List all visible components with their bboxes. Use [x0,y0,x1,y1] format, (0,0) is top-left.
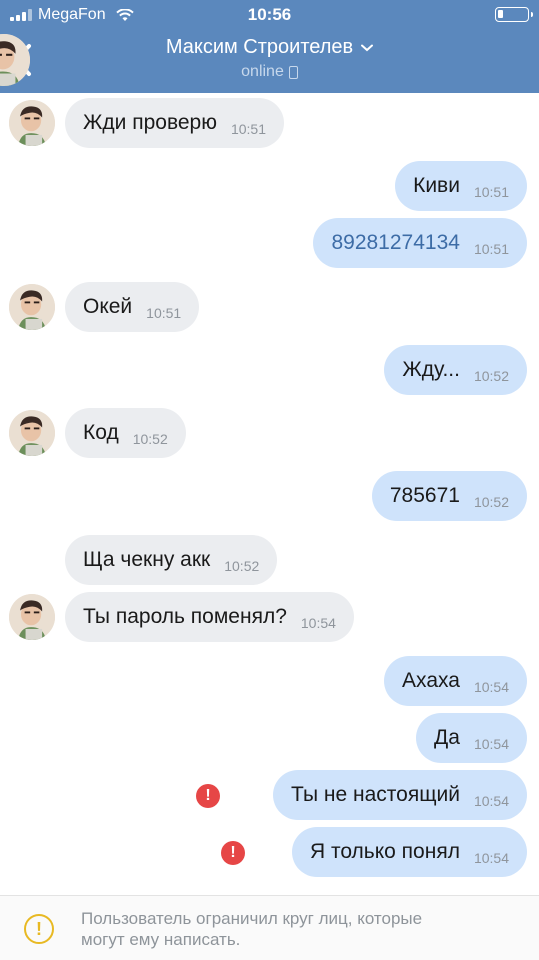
outgoing-message[interactable]: Ахаха 10:54 [384,656,527,706]
incoming-message[interactable]: Ща чекну акк 10:52 [65,535,278,585]
outgoing-message[interactable]: Ты не настоящий 10:54 [273,770,527,820]
avatar-photo [9,100,55,146]
avatar-photo [9,594,55,640]
notice-text: Пользователь ограничил круг лиц, которые… [81,909,423,949]
outgoing-message[interactable]: 785671 10:52 [371,471,527,521]
outgoing-message[interactable]: Киви 10:51 [395,161,527,211]
battery-icon [495,7,533,22]
message-text: Киви [413,174,460,197]
online-label: online [241,63,284,80]
outgoing-message[interactable]: 89281274134 10:51 [313,218,527,268]
phone-number-link[interactable]: 89281274134 [331,231,459,255]
message-text: Ахаха [402,669,460,692]
message-text: Ты пароль поменял? [83,605,287,628]
message-text: Ща чекну акк [83,548,211,571]
outgoing-message[interactable]: Да 10:54 [416,713,527,763]
avatar-photo [9,410,55,456]
nav-bar: Максим Строителев online [0,30,539,93]
chat-title-block: Максим Строителев online [0,36,539,81]
sender-avatar[interactable] [9,284,55,330]
message-time: 10:51 [146,305,182,321]
message-time: 10:52 [132,431,168,447]
message-text: Жди проверю [83,111,217,134]
incoming-message[interactable]: Ты пароль поменял? 10:54 [65,592,354,642]
sender-avatar[interactable] [9,594,55,640]
message-time: 10:54 [300,615,336,631]
message-time: 10:52 [473,368,509,384]
message-time: 10:52 [224,558,260,574]
sender-avatar[interactable] [9,410,55,456]
message-text: Я только понял [309,840,460,863]
error-exclamation-icon[interactable]: ! [221,841,245,865]
message-time: 10:52 [473,494,509,510]
message-time: 10:54 [473,793,509,809]
avatar-photo [9,284,55,330]
message-list[interactable]: Жди проверю 10:51 Киви 10:51 89281274134… [0,93,539,895]
outgoing-message[interactable]: Я только понял 10:54 [291,827,527,877]
message-text: Жду... [402,358,460,381]
message-time: 10:54 [473,850,509,866]
contact-name: Максим Строителев [165,36,354,58]
status-time: 10:56 [247,5,292,24]
sender-avatar[interactable] [9,100,55,146]
chevron-down-icon [361,44,374,51]
message-time: 10:54 [473,736,509,752]
incoming-message[interactable]: Код 10:52 [65,408,186,458]
message-time: 10:51 [473,184,509,200]
contact-title[interactable]: Максим Строителев [165,36,374,59]
error-exclamation-icon[interactable]: ! [196,784,220,808]
incoming-message[interactable]: Окей 10:51 [65,282,200,332]
online-status: online [241,63,298,81]
outgoing-message[interactable]: Жду... 10:52 [384,345,527,395]
message-time: 10:54 [473,679,509,695]
message-text: Да [434,726,460,749]
restriction-notice: ! Пользователь ограничил круг лиц, котор… [0,895,539,960]
message-time: 10:51 [230,121,267,137]
chat-header: MegaFon 10:56 Максим Строителев online [0,0,539,93]
phone-icon [288,65,298,79]
message-text: Код [83,421,119,444]
incoming-message[interactable]: Жди проверю 10:51 [65,98,285,148]
status-bar: MegaFon 10:56 [0,0,539,30]
message-text: Ты не настоящий [291,783,460,806]
message-text: 785671 [389,484,460,507]
message-text: Окей [83,295,133,318]
message-time: 10:51 [473,241,509,257]
warning-icon: ! [24,914,54,944]
